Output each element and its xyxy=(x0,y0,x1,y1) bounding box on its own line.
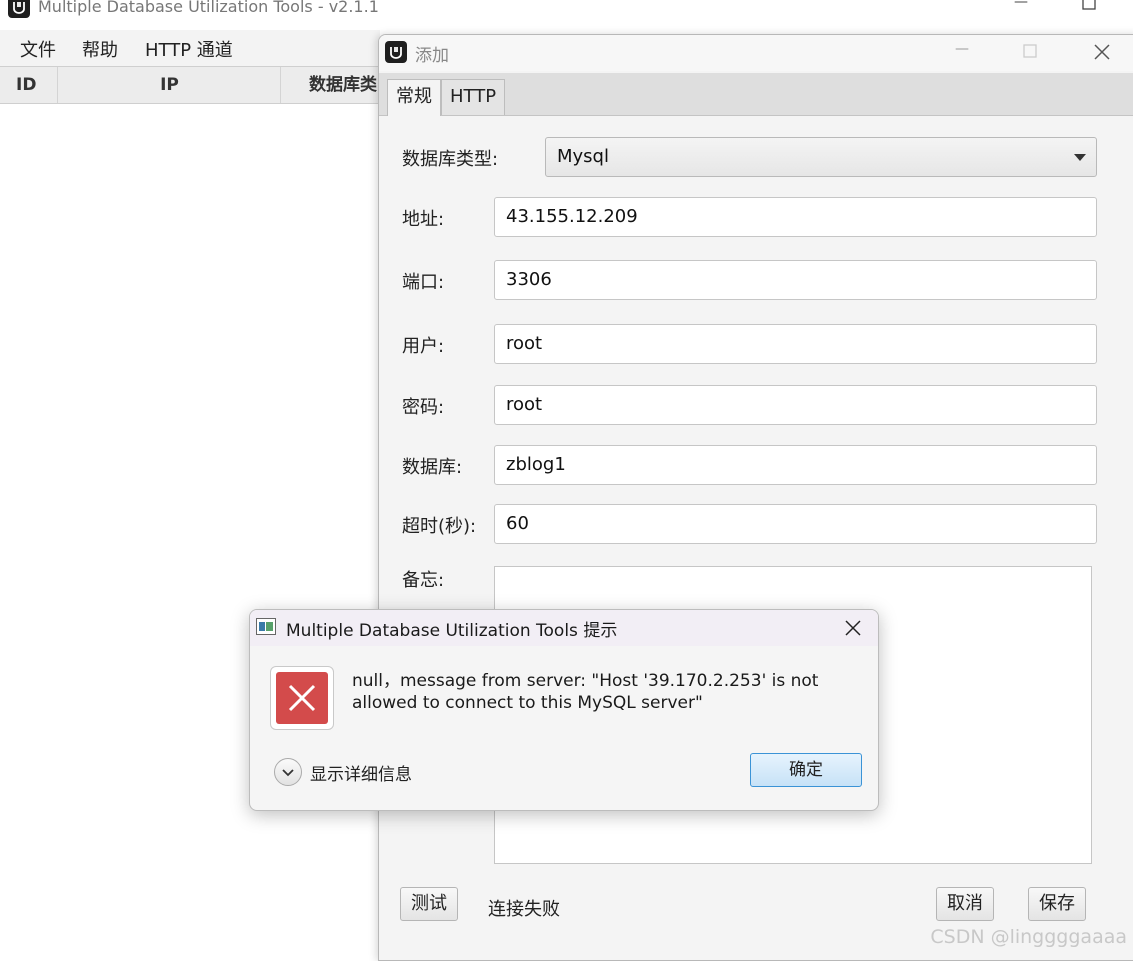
label-db-type: 数据库类型: xyxy=(402,149,499,170)
error-alert-dialog: Multiple Database Utilization Tools 提示 n… xyxy=(249,609,879,811)
port-input[interactable]: 3306 xyxy=(494,260,1097,300)
app-logo-icon xyxy=(8,0,30,18)
show-details-toggle[interactable]: 显示详细信息 xyxy=(310,760,412,785)
label-memo: 备忘: xyxy=(402,570,445,591)
label-password: 密码: xyxy=(402,397,445,418)
column-ip[interactable]: IP xyxy=(59,67,281,103)
add-dialog: 添加 — 常规 HTTP 数据库类型: Mysql 地址: 43.155.12.… xyxy=(378,34,1133,961)
tab-general[interactable]: 常规 xyxy=(387,79,441,116)
main-titlebar: Multiple Database Utilization Tools - v2… xyxy=(0,0,1133,30)
chevron-down-icon[interactable] xyxy=(274,758,302,786)
alert-title: Multiple Database Utilization Tools 提示 xyxy=(286,621,618,641)
label-timeout: 超时(秒): xyxy=(402,516,477,537)
app-logo-icon xyxy=(385,41,407,63)
connection-status: 连接失败 xyxy=(488,899,560,920)
db-type-select[interactable]: Mysql xyxy=(545,137,1097,177)
table-header: ID IP 数据库类 xyxy=(0,67,380,104)
add-dialog-titlebar: 添加 — xyxy=(379,35,1133,71)
password-input[interactable]: root xyxy=(494,385,1097,425)
java-window-icon xyxy=(256,618,276,635)
label-database: 数据库: xyxy=(402,457,463,478)
address-input[interactable]: 43.155.12.209 xyxy=(494,197,1097,237)
add-dialog-title: 添加 xyxy=(415,46,449,66)
column-id[interactable]: ID xyxy=(0,67,58,103)
close-icon[interactable] xyxy=(844,619,862,641)
dropdown-caret-icon xyxy=(1074,154,1086,161)
alert-titlebar: Multiple Database Utilization Tools 提示 xyxy=(250,610,878,646)
watermark: CSDN @linggggaaaa xyxy=(930,926,1127,948)
timeout-input[interactable]: 60 xyxy=(494,504,1097,544)
maximize-icon[interactable] xyxy=(1074,0,1104,14)
minimize-icon[interactable]: — xyxy=(947,41,977,57)
label-user: 用户: xyxy=(402,336,445,357)
save-button[interactable]: 保存 xyxy=(1028,887,1086,921)
menu-file[interactable]: 文件 xyxy=(20,36,56,62)
error-icon xyxy=(270,666,334,730)
label-port: 端口: xyxy=(402,272,445,293)
maximize-icon[interactable] xyxy=(1015,44,1045,62)
close-icon[interactable] xyxy=(1087,43,1117,65)
menu-http-channel[interactable]: HTTP 通道 xyxy=(145,36,233,62)
window-title: Multiple Database Utilization Tools - v2… xyxy=(38,0,379,16)
column-db-type[interactable]: 数据库类 xyxy=(281,67,380,103)
db-type-value: Mysql xyxy=(557,146,609,167)
user-input[interactable]: root xyxy=(494,324,1097,364)
minimize-icon[interactable]: — xyxy=(1006,0,1036,10)
alert-message: null，message from server: "Host '39.170.… xyxy=(352,671,819,713)
tab-bar: 常规 HTTP xyxy=(379,73,1133,116)
test-button[interactable]: 测试 xyxy=(400,887,458,921)
tab-http[interactable]: HTTP xyxy=(441,79,506,115)
database-input[interactable]: zblog1 xyxy=(494,445,1097,485)
menubar: 文件 帮助 HTTP 通道 xyxy=(0,30,380,67)
label-address: 地址: xyxy=(402,209,445,230)
menu-help[interactable]: 帮助 xyxy=(82,36,118,62)
cancel-button[interactable]: 取消 xyxy=(936,887,994,921)
ok-button[interactable]: 确定 xyxy=(750,753,862,787)
